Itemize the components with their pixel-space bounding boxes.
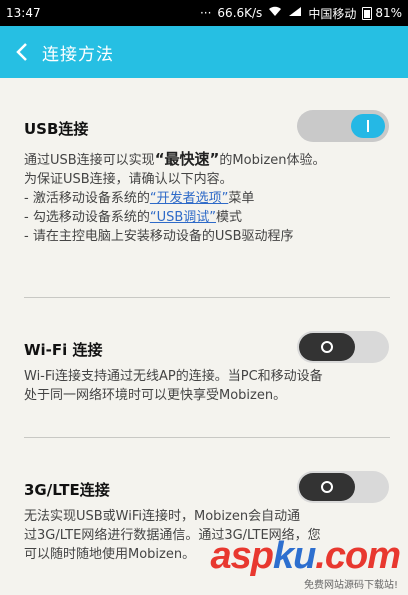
watermark-text: aspku.com	[210, 535, 401, 577]
usb-desc-text: 的Mobizen体验。	[219, 153, 326, 168]
usb-description: 通过USB连接可以实现“最快速”的Mobizen体验。 为保证USB连接，请确认…	[24, 150, 390, 246]
usb-desc-line1: 通过USB连接可以实现“最快速”的Mobizen体验。	[24, 150, 390, 170]
app-bar: 连接方法	[0, 26, 408, 78]
wifi-icon	[268, 6, 282, 20]
battery-icon	[362, 6, 373, 20]
battery-indicator: 81%	[362, 6, 402, 20]
toggle-knob	[299, 473, 355, 501]
lte-toggle[interactable]	[297, 471, 389, 503]
developer-options-link[interactable]: “开发者选项”	[150, 191, 228, 206]
lte-desc-line1: 无法实现USB或WiFi连接时，Mobizen会自动通	[24, 509, 301, 524]
toggle-knob	[351, 114, 385, 138]
wifi-desc-line2: 处于同一网络环境时可以更快享受Mobizen。	[24, 388, 287, 403]
wifi-toggle[interactable]	[297, 331, 389, 363]
step-text: 菜单	[228, 191, 255, 206]
back-arrow-icon[interactable]	[2, 26, 42, 78]
step-text: - 勾选移动设备系统的	[24, 210, 150, 225]
network-speed: 66.6K/s	[217, 6, 263, 20]
toggle-knob	[299, 333, 355, 361]
carrier-name: 中国移动	[308, 6, 357, 21]
step-text: 模式	[215, 210, 242, 225]
usb-desc-text: 通过USB连接可以实现	[24, 153, 155, 168]
battery-percent: 81%	[375, 6, 402, 20]
usb-toggle[interactable]	[297, 110, 389, 142]
wifi-description: Wi-Fi连接支持通过无线AP的连接。当PC和移动设备 处于同一网络环境时可以更…	[24, 367, 390, 405]
usb-step-2: - 勾选移动设备系统的“USB调试”模式	[24, 208, 390, 227]
usb-debugging-link[interactable]: “USB调试”	[150, 210, 216, 225]
status-right: ··· 66.6K/s 中国移动 81%	[200, 5, 402, 22]
watermark-logo: aspku.com 免费网站源码下载站!	[210, 535, 401, 591]
status-dots: ···	[199, 6, 212, 20]
usb-desc-line2: 为保证USB连接，请确认以下内容。	[24, 172, 233, 187]
divider	[24, 297, 390, 298]
watermark-subtitle: 免费网站源码下载站!	[303, 580, 398, 591]
usb-desc-emphasis: “最快速”	[154, 150, 220, 168]
wifi-desc-line1: Wi-Fi连接支持通过无线AP的连接。当PC和移动设备	[24, 369, 323, 384]
step-text: - 激活移动设备系统的	[24, 191, 150, 206]
status-bar: 13:47 ··· 66.6K/s 中国移动 81%	[0, 0, 408, 26]
signal-icon	[288, 6, 302, 20]
divider	[24, 437, 390, 438]
status-time: 13:47	[6, 6, 41, 20]
page-title: 连接方法	[42, 44, 114, 65]
usb-step-3: - 请在主控电脑上安装移动设备的USB驱动程序	[24, 229, 294, 244]
usb-step-1: - 激活移动设备系统的“开发者选项”菜单	[24, 189, 390, 208]
